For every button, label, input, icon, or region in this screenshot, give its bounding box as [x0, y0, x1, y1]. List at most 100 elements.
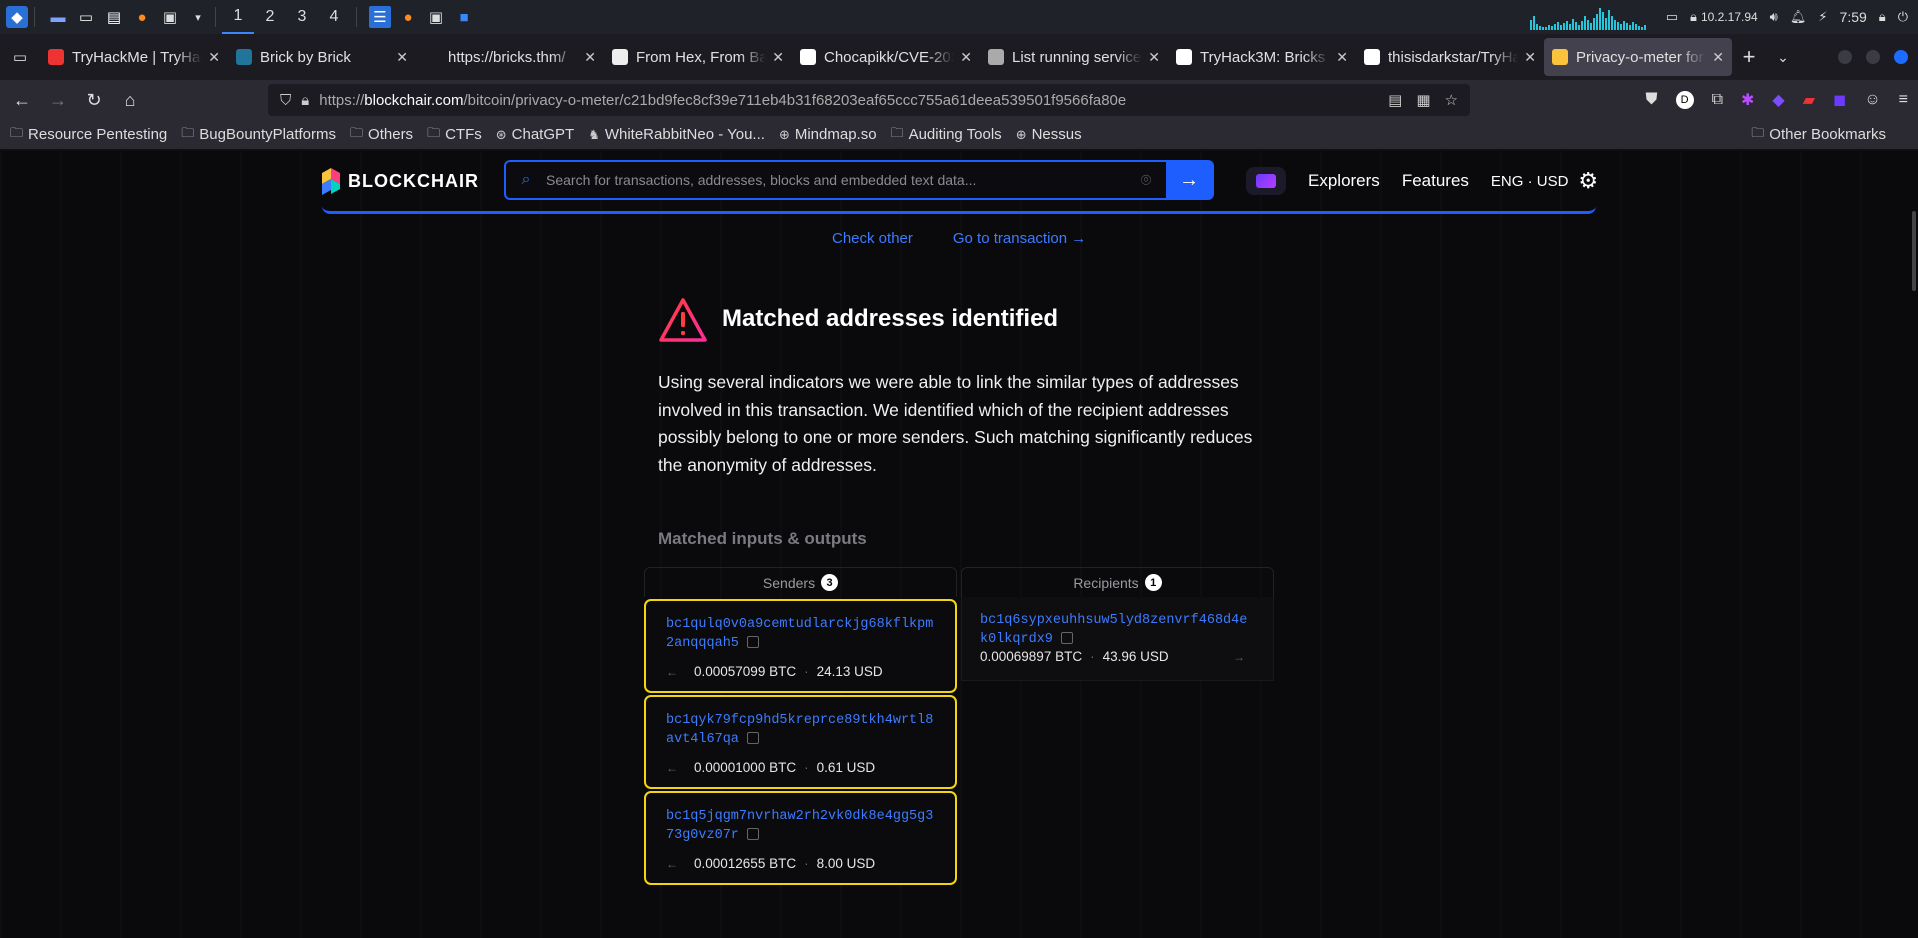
taskbar-app-terminal-icon[interactable]: ▣ [425, 6, 447, 28]
nav-features[interactable]: Features [1402, 171, 1469, 191]
bookmark-item[interactable]: ⊕ Mindmap.so [779, 124, 877, 146]
workspace-3[interactable]: 3 [286, 0, 318, 34]
close-icon[interactable]: ✕ [1712, 49, 1724, 66]
page-scrollbar[interactable] [1910, 151, 1918, 938]
extensions-icon[interactable]: ⧉ [1712, 91, 1723, 109]
account-icon[interactable]: D [1675, 91, 1694, 109]
taskbar-app-folder-icon[interactable]: ■ [453, 6, 475, 28]
close-icon[interactable]: ✕ [772, 49, 784, 66]
new-tab-button[interactable]: + [1732, 44, 1766, 70]
close-icon[interactable]: ✕ [1148, 49, 1160, 66]
extension-badge-icon[interactable]: ◼ [1833, 90, 1846, 110]
workspace-2[interactable]: 2 [254, 0, 286, 34]
bookmark-star-icon[interactable]: ☆ [1445, 91, 1458, 109]
minimize-button[interactable] [1838, 50, 1852, 64]
bookmark-item[interactable]: 🗀︎ BugBountyPlatforms [181, 124, 336, 146]
bookmark-item[interactable]: 🗀︎ Others [350, 124, 413, 146]
chevron-down-icon[interactable]: ▾ [187, 6, 209, 28]
tab-7[interactable]: TryHack3M: Bricks Heist ✕ [1168, 38, 1356, 76]
close-icon[interactable]: ✕ [1336, 49, 1348, 66]
monitor-icon[interactable]: ▭ [1666, 9, 1678, 25]
other-bookmarks[interactable]: 🗀︎ Other Bookmarks [1751, 124, 1886, 146]
power-icon[interactable]: ⏻ [1898, 9, 1908, 25]
bookmark-item[interactable]: 🗀︎ Resource Pentesting [10, 124, 167, 146]
reader-view-icon[interactable]: ▤ [1388, 91, 1402, 109]
bookmark-item[interactable]: ♞ WhiteRabbitNeo - You... [588, 124, 765, 146]
folder-icon: 🗀︎ [1751, 124, 1765, 140]
desktop-icon[interactable]: ▬ [47, 6, 69, 28]
tab-title: Privacy-o-meter for [1576, 48, 1704, 66]
sender-address[interactable]: bc1q5jqgm7nvrhaw2rh2vk0dk8e4gg5g373g0vz0… [666, 809, 933, 843]
copy-icon[interactable] [746, 732, 759, 745]
qr-code-icon[interactable]: ▦ [1416, 91, 1430, 109]
back-button[interactable]: ← [4, 90, 40, 111]
sender-address[interactable]: bc1qulq0v0a9cemtudlarckjg68kflkpm2anqqqa… [666, 617, 933, 651]
network-graph-bar [1619, 24, 1622, 30]
close-window-button[interactable] [1894, 50, 1908, 64]
firefox-view-icon[interactable]: ▭ [0, 48, 40, 66]
tab-6[interactable]: List running services ✕ [980, 38, 1168, 76]
bookmark-item[interactable]: ⊛ ChatGPT [496, 124, 574, 146]
close-icon[interactable]: ✕ [960, 49, 972, 66]
maximize-button[interactable] [1866, 50, 1880, 64]
search-submit-button[interactable]: → [1166, 161, 1212, 199]
blockchair-logo[interactable]: BLOCKCHAIR [322, 165, 479, 197]
tab-4[interactable]: From Hex, From Base64 ✕ [604, 38, 792, 76]
tab-5[interactable]: Chocapikk/CVE-2024 ✕ [792, 38, 980, 76]
close-icon[interactable]: ✕ [1524, 49, 1536, 66]
extension-foxyproxy-icon[interactable]: ▰ [1803, 90, 1815, 110]
tab-8[interactable]: thisisdarkstar/TryHackMe ✕ [1356, 38, 1544, 76]
language-currency-selector[interactable]: ENG · USD [1491, 173, 1569, 190]
check-other-link[interactable]: Check other [832, 230, 913, 247]
text-editor-icon[interactable]: ▤ [103, 6, 125, 28]
system-tray: ▭ 🔒︎ 10.2.17.94 🔊︎ 🔔︎ ⚡ 7:59 🔒︎ ⏻ [1529, 0, 1908, 34]
notification-bell-icon[interactable]: 🔔︎ [1790, 9, 1807, 25]
home-button[interactable]: ⌂ [112, 90, 148, 111]
firefox-icon[interactable]: ● [131, 6, 153, 28]
copy-icon[interactable] [1060, 632, 1073, 645]
workspace-4[interactable]: 4 [318, 0, 350, 34]
taskbar-app-editor-icon[interactable]: ☰ [369, 6, 391, 28]
bookmark-item[interactable]: 🗀︎ CTFs [427, 124, 482, 146]
close-icon[interactable]: ✕ [208, 49, 220, 66]
bookmark-item[interactable]: ⊕ Nessus [1016, 124, 1082, 146]
terminal-icon[interactable]: ▣ [159, 6, 181, 28]
close-icon[interactable]: ✕ [396, 49, 408, 66]
volume-icon[interactable]: 🔊︎ [1770, 9, 1778, 25]
lock-screen-icon[interactable]: 🔒︎ [1879, 9, 1886, 25]
tab-2[interactable]: Brick by Brick ✕ [228, 38, 416, 76]
copy-icon[interactable] [746, 828, 759, 841]
taskbar-app-firefox-icon[interactable]: ● [397, 6, 419, 28]
close-icon[interactable]: ✕ [584, 49, 596, 66]
url-bar[interactable]: ⛉ 🔒︎ https://blockchair.com/bitcoin/priv… [268, 84, 1470, 116]
theme-toggle[interactable] [1246, 167, 1286, 195]
sender-address[interactable]: bc1qyk79fcp9hd5kreprce89tkh4wrtl8avt4l67… [666, 713, 933, 747]
list-all-tabs-button[interactable]: ⌄ [1766, 49, 1800, 66]
extension-ghost-icon[interactable]: ☺ [1864, 91, 1880, 109]
file-manager-icon[interactable]: ▭ [75, 6, 97, 28]
kali-menu-icon[interactable]: ◆ [6, 6, 28, 28]
tab-1[interactable]: TryHackMe | TryHackMe ✕ [40, 38, 228, 76]
extension-wappalyzer-icon[interactable]: ◆ [1772, 90, 1784, 110]
search-input[interactable] [546, 172, 1126, 188]
tracking-shield-icon[interactable]: ⛉ [280, 92, 291, 109]
forward-button[interactable]: → [40, 90, 76, 111]
app-menu-icon[interactable]: ≡ [1899, 91, 1908, 109]
camera-icon[interactable]: ⌾ [1126, 170, 1166, 191]
workspace-1[interactable]: 1 [222, 0, 254, 34]
list-favicon-icon [988, 49, 1004, 65]
pocket-icon[interactable]: ⛊ [1646, 91, 1658, 109]
gear-icon[interactable]: ⚙ [1578, 168, 1598, 194]
tab-9[interactable]: Privacy-o-meter for ✕ [1544, 38, 1732, 76]
copy-icon[interactable] [746, 636, 759, 649]
battery-icon[interactable]: ⚡ [1818, 9, 1827, 25]
recipient-address[interactable]: bc1q6sypxeuhhsuw5lyd8zenvrf468d4ek0lkqrd… [980, 613, 1247, 647]
go-to-transaction-link[interactable]: Go to transaction → [953, 230, 1086, 247]
reload-button[interactable]: ↻ [76, 90, 112, 111]
scrollbar-thumb[interactable] [1912, 211, 1916, 291]
bookmark-item[interactable]: 🗀︎ Auditing Tools [891, 124, 1002, 146]
extension-purple-icon[interactable]: ✱ [1741, 90, 1754, 110]
nav-explorers[interactable]: Explorers [1308, 171, 1380, 191]
tab-3[interactable]: https://bricks.thm/ ✕ [416, 38, 604, 76]
padlock-icon[interactable]: 🔒︎ [301, 92, 309, 109]
